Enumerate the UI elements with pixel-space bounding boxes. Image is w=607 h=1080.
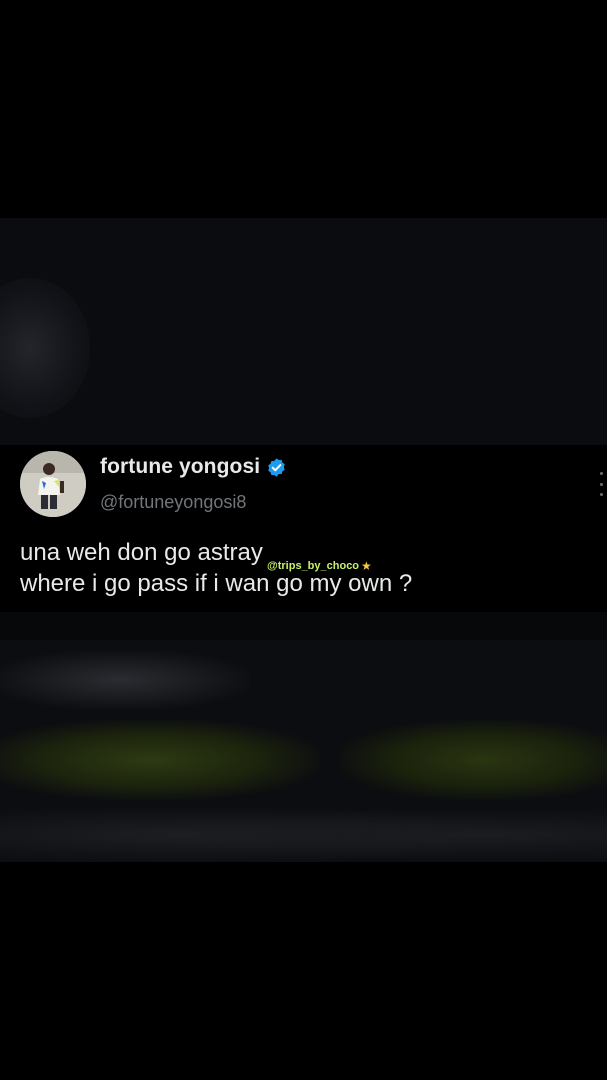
dot — [599, 472, 603, 475]
blurred-shape — [0, 800, 607, 862]
user-handle[interactable]: @fortuneyongosi8 — [100, 492, 246, 513]
verified-badge-icon — [266, 457, 287, 478]
divider — [0, 612, 607, 640]
top-letterbox — [0, 0, 607, 218]
dot — [599, 482, 603, 486]
display-name[interactable]: fortune yongosi — [100, 455, 260, 479]
blurred-shape — [0, 720, 320, 800]
dot — [599, 493, 603, 496]
watermark: @trips_by_choco ★ — [267, 559, 372, 573]
star-icon: ★ — [361, 559, 372, 573]
bottom-letterbox — [0, 862, 607, 1080]
blurred-background-top — [0, 218, 607, 445]
avatar-photo-icon — [20, 451, 86, 517]
blurred-shape — [0, 650, 250, 710]
blurred-shape — [0, 278, 90, 418]
blurred-background-bottom — [0, 640, 607, 862]
tweet-card[interactable]: fortune yongosi @fortuneyongosi8 una weh… — [0, 445, 607, 612]
author-row: fortune yongosi — [100, 455, 287, 479]
watermark-text: @trips_by_choco — [267, 560, 360, 572]
avatar[interactable] — [20, 451, 86, 517]
blurred-shape — [340, 720, 607, 800]
vertical-dots-icon[interactable] — [598, 472, 604, 496]
